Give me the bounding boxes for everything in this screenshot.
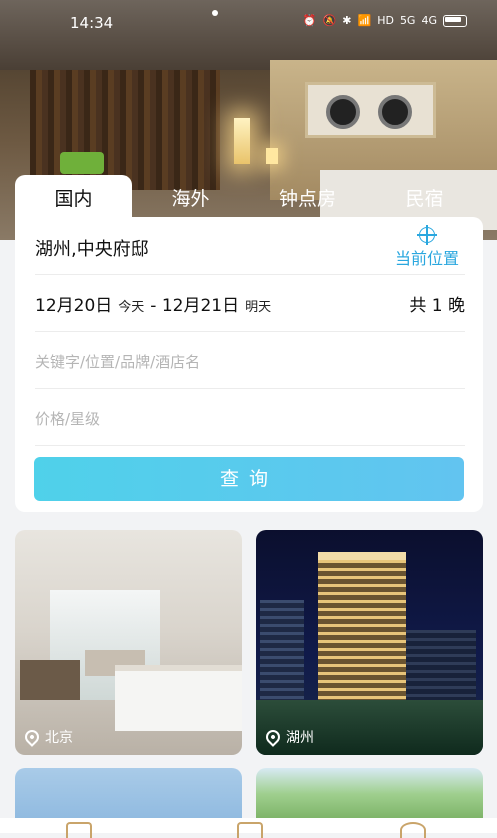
keyword-row[interactable]: 关键字/位置/品牌/酒店名 — [35, 332, 465, 389]
status-time: 14:34 — [70, 14, 114, 32]
bluetooth-icon: ✱ — [342, 14, 352, 27]
hero-lamp-small — [266, 148, 278, 164]
card-location-label: 北京 — [45, 730, 73, 746]
status-bar: 14:34 ⏰ 🔕 ✱ 📶 HD 5G 4G — [0, 0, 497, 44]
card-location: 北京 — [22, 727, 73, 747]
room-bed — [115, 665, 242, 731]
price-row[interactable]: 价格/星级 — [35, 389, 465, 446]
signal-5g-icon: 5G — [399, 14, 416, 27]
nav-profile-icon[interactable] — [400, 822, 426, 838]
alarm-icon: ⏰ — [302, 14, 317, 27]
hotel-card-beijing[interactable]: 北京 — [15, 530, 242, 755]
hero-chair — [60, 152, 104, 174]
card-location: 湖州 — [263, 727, 314, 747]
tab-domestic[interactable]: 国内 — [15, 175, 132, 217]
nav-home-icon[interactable] — [66, 822, 92, 838]
mute-icon: 🔕 — [322, 14, 337, 27]
date-separator: - — [150, 296, 157, 316]
hd-badge: HD — [377, 14, 394, 27]
tab-overseas[interactable]: 海外 — [132, 175, 249, 217]
checkin-sub: 今天 — [118, 300, 145, 315]
query-button[interactable]: 查询 — [34, 457, 464, 501]
hero-lamp — [234, 118, 250, 164]
price-star-input[interactable]: 价格/星级 — [35, 408, 100, 429]
keyword-input[interactable]: 关键字/位置/品牌/酒店名 — [35, 351, 200, 372]
location-pin-icon — [263, 727, 283, 747]
nights-count: 共 1 晚 — [409, 296, 465, 316]
current-location-button[interactable]: 当前位置 — [389, 225, 465, 269]
wifi-icon: 📶 — [357, 14, 372, 27]
location-pin-icon — [22, 727, 42, 747]
card-location-label: 湖州 — [286, 730, 314, 746]
search-panel: 湖州,中央府邸 当前位置 12月20日 今天 - 12月21日 明天 共 1 晚 关键… — [15, 217, 483, 512]
tab-hourly-room[interactable]: 钟点房 — [249, 175, 366, 217]
location-row[interactable]: 湖州,中央府邸 当前位置 — [35, 217, 465, 275]
tab-homestay[interactable]: 民宿 — [366, 175, 483, 217]
checkin-date: 12月20日 — [35, 296, 113, 316]
hero-wall-art — [305, 82, 436, 138]
checkout-sub: 明天 — [245, 300, 272, 315]
bottom-navigation — [0, 818, 497, 838]
battery-icon — [443, 14, 467, 27]
hotel-card-huzhou[interactable]: 湖州 — [256, 530, 483, 755]
current-location-label: 当前位置 — [394, 249, 459, 268]
room-desk — [20, 660, 80, 700]
signal-4g-icon: 4G — [421, 14, 437, 27]
crosshair-icon — [417, 225, 437, 245]
city-destination[interactable]: 湖州,中央府邸 — [35, 235, 149, 261]
hero-curtain — [30, 70, 220, 190]
date-row[interactable]: 12月20日 今天 - 12月21日 明天 共 1 晚 — [35, 275, 465, 332]
notification-dot — [212, 10, 218, 16]
status-icons: ⏰ 🔕 ✱ 📶 HD 5G 4G — [303, 14, 467, 27]
search-tabs: 国内 海外 钟点房 民宿 — [15, 175, 483, 217]
checkout-date: 12月21日 — [161, 296, 240, 316]
nav-orders-icon[interactable] — [237, 822, 263, 838]
date-range[interactable]: 12月20日 今天 - 12月21日 明天 — [35, 291, 277, 316]
